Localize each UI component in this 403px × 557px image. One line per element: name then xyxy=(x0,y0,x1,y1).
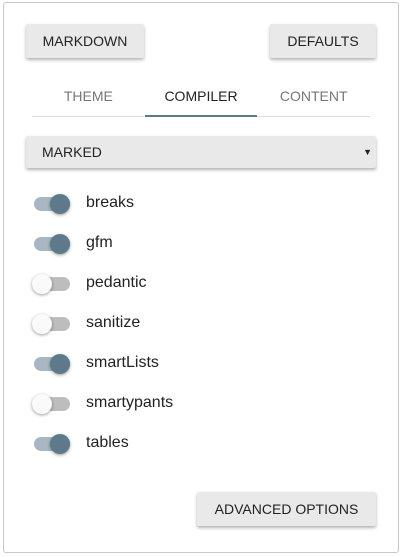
option-label: smartLists xyxy=(86,354,159,371)
toggle-switch[interactable] xyxy=(32,191,72,215)
tab-theme[interactable]: THEME xyxy=(32,80,145,116)
toggle-switch[interactable] xyxy=(32,351,72,375)
toggle-switch[interactable] xyxy=(32,271,72,295)
toggle-thumb xyxy=(50,354,70,374)
option-label: sanitize xyxy=(86,314,141,331)
option-smartlists: smartLists xyxy=(32,351,159,375)
toggle-switch[interactable] xyxy=(32,391,72,415)
option-label: breaks xyxy=(86,194,135,211)
option-label: tables xyxy=(86,434,129,451)
option-pedantic: pedantic xyxy=(32,271,147,295)
compiler-select[interactable]: MARKED ▼ xyxy=(26,136,376,168)
toggle-switch[interactable] xyxy=(32,311,72,335)
tab-compiler[interactable]: COMPILER xyxy=(144,80,258,117)
toggle-switch[interactable] xyxy=(32,431,72,455)
defaults-button[interactable]: DEFAULTS xyxy=(270,24,376,58)
option-label: gfm xyxy=(86,234,113,251)
dropdown-arrow-icon: ▼ xyxy=(363,147,372,157)
toggle-thumb xyxy=(32,314,52,334)
option-sanitize: sanitize xyxy=(32,311,140,335)
toggle-thumb xyxy=(50,234,70,254)
option-label: pedantic xyxy=(86,274,147,291)
toggle-thumb xyxy=(50,194,70,214)
option-smartypants: smartypants xyxy=(32,391,173,415)
advanced-options-button[interactable]: ADVANCED OPTIONS xyxy=(197,492,376,526)
toggle-switch[interactable] xyxy=(32,231,72,255)
toggle-thumb xyxy=(50,434,70,454)
tab-bar: THEME COMPILER CONTENT xyxy=(32,80,370,117)
toggle-thumb xyxy=(32,394,52,414)
option-label: smartypants xyxy=(86,394,174,411)
toggle-thumb xyxy=(32,274,52,294)
compiler-select-value: MARKED xyxy=(42,144,102,160)
tab-content[interactable]: CONTENT xyxy=(257,80,370,116)
markdown-button[interactable]: MARKDOWN xyxy=(26,24,144,58)
option-breaks: breaks xyxy=(32,191,134,215)
option-gfm: gfm xyxy=(32,231,113,255)
option-tables: tables xyxy=(32,431,129,455)
